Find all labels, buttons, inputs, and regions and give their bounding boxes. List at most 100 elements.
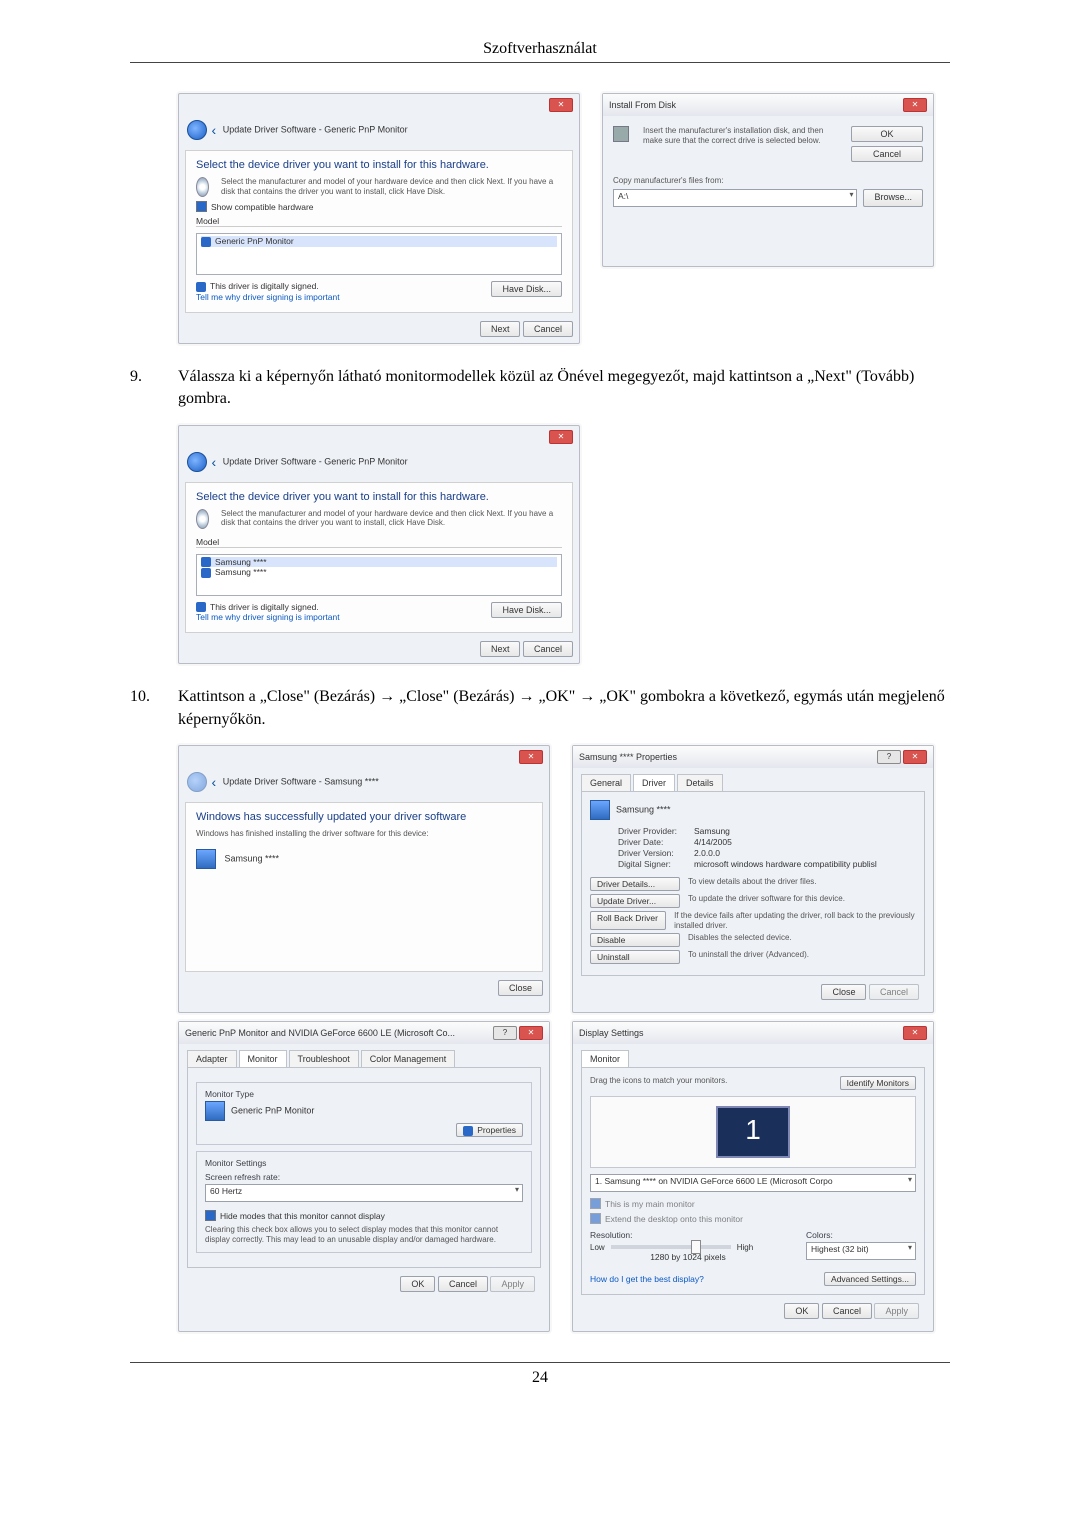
rollback-button[interactable]: Roll Back Driver [590, 911, 666, 930]
install-from-disk-dialog: Install From Disk ✕ Insert the manufactu… [602, 93, 934, 267]
tab-adapter[interactable]: Adapter [187, 1050, 237, 1067]
close-icon[interactable]: ✕ [903, 750, 927, 764]
best-display-link[interactable]: How do I get the best display? [590, 1274, 704, 1284]
have-disk-button[interactable]: Have Disk... [491, 602, 562, 618]
close-icon[interactable]: ✕ [549, 430, 573, 444]
cancel-button[interactable]: Cancel [523, 321, 573, 337]
ok-button[interactable]: OK [784, 1303, 819, 1319]
ok-button[interactable]: OK [400, 1276, 435, 1292]
cancel-button[interactable]: Cancel [523, 641, 573, 657]
close-icon[interactable]: ✕ [903, 98, 927, 112]
close-button[interactable]: Close [498, 980, 543, 996]
model-header: Model [196, 216, 562, 227]
tab-driver[interactable]: Driver [633, 774, 675, 791]
apply-button: Apply [874, 1303, 919, 1319]
monitor-select[interactable]: 1. Samsung **** on NVIDIA GeForce 6600 L… [590, 1174, 916, 1192]
tab-general[interactable]: General [581, 774, 631, 791]
identify-button[interactable]: Identify Monitors [840, 1076, 916, 1090]
step9-text: Válassza ki a képernyőn látható monitorm… [178, 366, 950, 411]
step10-text: Kattintson a „Close" (Bezárás) → „Close"… [178, 686, 950, 731]
have-disk-button[interactable]: Have Disk... [491, 281, 562, 297]
shield-icon [201, 237, 211, 247]
uninstall-button[interactable]: Uninstall [590, 950, 680, 964]
cancel-button[interactable]: Cancel [822, 1303, 872, 1319]
breadcrumb: Update Driver Software - Generic PnP Mon… [223, 124, 408, 134]
dialog-title: Display Settings [579, 1028, 644, 1038]
desc: To uninstall the driver (Advanced). [688, 950, 809, 964]
device-name: Samsung **** [616, 804, 671, 814]
advanced-settings-button[interactable]: Advanced Settings... [824, 1272, 916, 1286]
page-title: Szoftverhasználat [130, 40, 950, 58]
refresh-rate-select[interactable]: 60 Hertz [205, 1184, 523, 1202]
path-input[interactable]: A:\ [613, 189, 857, 207]
model-item[interactable]: Generic PnP Monitor [201, 236, 557, 247]
device-name: Samsung **** [225, 853, 280, 863]
monitor-icon [196, 849, 216, 869]
monitor-1-icon[interactable]: 1 [716, 1106, 790, 1158]
dialog-title: Samsung **** Properties [579, 752, 677, 762]
back-icon[interactable] [187, 120, 207, 140]
next-button[interactable]: Next [480, 641, 521, 657]
ok-button[interactable]: OK [851, 126, 923, 142]
disable-button[interactable]: Disable [590, 933, 680, 947]
tab-monitor[interactable]: Monitor [239, 1050, 287, 1067]
resolution-label: Resolution: [590, 1230, 786, 1240]
model-item-2[interactable]: Samsung **** [201, 567, 557, 578]
label: Driver Date: [618, 837, 688, 847]
update-driver-wizard-1: ✕ ‹ Update Driver Software - Generic PnP… [178, 93, 580, 344]
shield-icon [196, 602, 206, 612]
update-driver-success: ✕ ‹ Update Driver Software - Samsung ***… [178, 745, 550, 1013]
colors-select[interactable]: Highest (32 bit) [806, 1242, 916, 1260]
label: Driver Provider: [618, 826, 688, 836]
browse-button[interactable]: Browse... [863, 189, 923, 207]
update-driver-wizard-2: ✕ ‹ Update Driver Software - Generic PnP… [178, 425, 580, 665]
properties-button[interactable]: Properties [456, 1123, 523, 1137]
update-driver-button[interactable]: Update Driver... [590, 894, 680, 908]
page-number: 24 [130, 1362, 950, 1387]
header-rule [130, 62, 950, 63]
close-button[interactable]: Close [821, 984, 866, 1000]
apply-button: Apply [490, 1276, 535, 1292]
resolution-slider[interactable] [611, 1245, 731, 1249]
disk-icon [196, 509, 209, 529]
value: Samsung [694, 826, 730, 836]
tab-troubleshoot[interactable]: Troubleshoot [289, 1050, 359, 1067]
tab-color-management[interactable]: Color Management [361, 1050, 456, 1067]
monitor-properties-dialog: Samsung **** Properties ?✕ General Drive… [572, 745, 934, 1013]
compat-checkbox[interactable]: Show compatible hardware [196, 201, 562, 212]
shield-icon [196, 282, 206, 292]
help-icon[interactable]: ? [877, 750, 901, 764]
step-number: 9. [130, 366, 178, 411]
colors-label: Colors: [806, 1230, 916, 1240]
dialog-title: Install From Disk [609, 100, 676, 110]
next-button[interactable]: Next [480, 321, 521, 337]
breadcrumb: Update Driver Software - Generic PnP Mon… [223, 456, 408, 466]
tab-monitor[interactable]: Monitor [581, 1050, 629, 1067]
chevron-left-icon: ‹ [212, 122, 217, 138]
cancel-button[interactable]: Cancel [438, 1276, 488, 1292]
monitor-layout[interactable]: 1 [590, 1096, 916, 1168]
close-icon[interactable]: ✕ [549, 98, 573, 112]
close-icon[interactable]: ✕ [519, 1026, 543, 1040]
refresh-label: Screen refresh rate: [205, 1172, 523, 1182]
hide-modes-checkbox[interactable]: Hide modes that this monitor cannot disp… [205, 1210, 523, 1221]
close-icon[interactable]: ✕ [519, 750, 543, 764]
main-monitor-checkbox: This is my main monitor [590, 1198, 916, 1209]
back-icon[interactable] [187, 452, 207, 472]
tab-details[interactable]: Details [677, 774, 723, 791]
close-icon[interactable]: ✕ [903, 1026, 927, 1040]
model-list[interactable]: Samsung **** Samsung **** [196, 554, 562, 596]
signed-text: This driver is digitally signed. [210, 602, 319, 612]
model-list[interactable]: Generic PnP Monitor [196, 233, 562, 275]
signing-link[interactable]: Tell me why driver signing is important [196, 292, 340, 302]
model-item-1[interactable]: Samsung **** [201, 557, 557, 568]
driver-details-button[interactable]: Driver Details... [590, 877, 680, 891]
shield-icon [201, 568, 211, 578]
desc: To update the driver software for this d… [688, 894, 845, 908]
cancel-button[interactable]: Cancel [851, 146, 923, 162]
signing-link[interactable]: Tell me why driver signing is important [196, 612, 340, 622]
extend-checkbox: Extend the desktop onto this monitor [590, 1213, 916, 1224]
help-icon[interactable]: ? [493, 1026, 517, 1040]
cancel-button: Cancel [869, 984, 919, 1000]
value: microsoft windows hardware compatibility… [694, 859, 877, 869]
